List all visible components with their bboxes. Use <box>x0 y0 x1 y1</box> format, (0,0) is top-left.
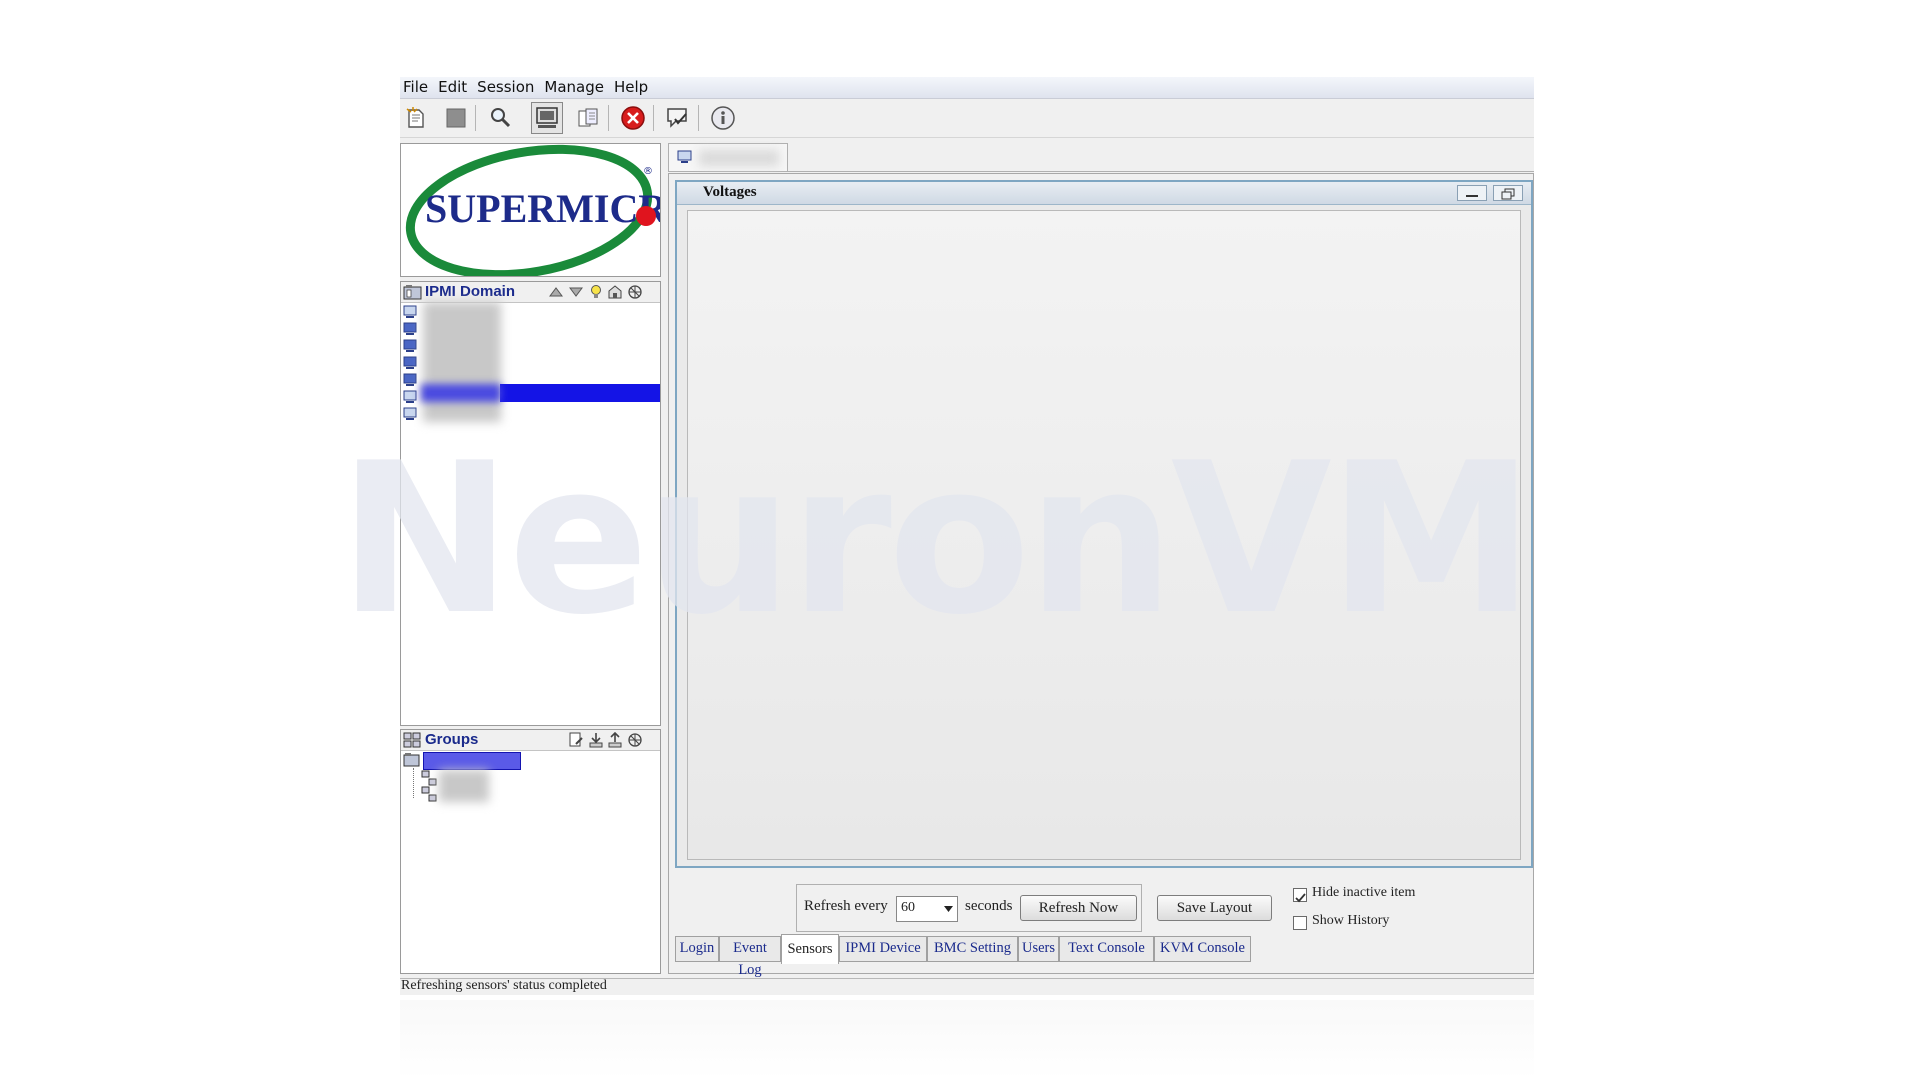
ipmi-domain-title: IPMI Domain <box>425 283 516 300</box>
group-network-icon[interactable] <box>627 732 643 748</box>
download-icon[interactable] <box>588 732 604 748</box>
selected-group-row[interactable] <box>423 752 521 770</box>
info-icon[interactable] <box>709 104 737 132</box>
close-icon[interactable] <box>619 104 647 132</box>
groups-icon <box>403 732 421 748</box>
show-history-label: Show History <box>1312 913 1390 928</box>
supermicro-logo-panel: SUPERMICR ® <box>400 143 668 280</box>
host-row[interactable] <box>403 338 423 354</box>
tree-line <box>413 768 415 798</box>
domain-folder-icon <box>403 285 422 300</box>
selected-host-row[interactable] <box>500 384 660 402</box>
monitor-icon[interactable] <box>531 102 563 134</box>
menu-help[interactable]: Help <box>609 77 653 98</box>
redacted-tab-title <box>699 150 779 166</box>
voltages-frame-titlebar[interactable]: Voltages <box>677 182 1531 205</box>
minimize-button[interactable] <box>1457 185 1487 201</box>
hide-inactive-checkbox[interactable] <box>1293 888 1307 903</box>
restore-button[interactable] <box>1493 185 1523 201</box>
show-history-checkbox[interactable] <box>1293 916 1307 930</box>
menu-session[interactable]: Session <box>472 77 539 98</box>
groups-tree <box>401 752 660 972</box>
host-document-tab[interactable] <box>668 143 788 171</box>
groups-panel: Groups <box>400 729 661 974</box>
status-text: Refreshing sensors' status completed <box>401 978 607 993</box>
redacted-group-member <box>439 770 489 802</box>
voltages-frame-title: Voltages <box>703 184 757 200</box>
voltages-chart-area <box>687 210 1521 860</box>
home-icon[interactable] <box>607 284 623 300</box>
copy-icon[interactable] <box>574 104 602 132</box>
document-tab-strip <box>668 143 1534 172</box>
tab-ipmi-device[interactable]: IPMI Device <box>839 936 927 962</box>
chevron-down-icon <box>944 906 953 912</box>
voltages-internal-frame: Voltages <box>675 180 1533 868</box>
refresh-controls: Refresh every 60 seconds Refresh Now <box>796 884 1142 932</box>
sensors-content-area: Voltages Refresh every 60 seconds Refres… <box>668 173 1534 978</box>
menu-manage[interactable]: Manage <box>539 77 609 98</box>
redacted-host-names <box>423 302 501 422</box>
tab-sensors[interactable]: Sensors <box>781 934 839 964</box>
group-folder-icon <box>403 753 420 767</box>
redacted-selected-host <box>421 384 501 402</box>
menu-bar: File Edit Session Manage Help <box>400 77 1534 99</box>
tab-users[interactable]: Users <box>1018 936 1059 962</box>
tab-kvm-console[interactable]: KVM Console <box>1154 936 1251 962</box>
supermicro-logo: SUPERMICR ® <box>405 144 668 280</box>
bulb-icon[interactable] <box>589 284 603 300</box>
move-down-icon[interactable] <box>568 284 584 300</box>
host-row[interactable] <box>403 304 423 320</box>
logo-registered: ® <box>643 166 653 177</box>
logo-text: SUPERMICR <box>425 186 660 231</box>
stop-icon[interactable] <box>442 104 470 132</box>
host-row[interactable] <box>403 321 423 337</box>
checkmark-icon <box>1295 893 1306 903</box>
host-row[interactable] <box>403 372 423 388</box>
network-icon[interactable] <box>627 284 643 300</box>
refresh-interval-value: 60 <box>901 900 915 915</box>
new-icon[interactable] <box>402 104 430 132</box>
chat-icon[interactable] <box>664 104 692 132</box>
host-tree <box>401 302 660 724</box>
host-row[interactable] <box>403 406 423 422</box>
save-layout-button[interactable]: Save Layout <box>1157 895 1272 921</box>
hide-inactive-label: Hide inactive item <box>1312 885 1416 900</box>
host-tab-icon <box>677 150 692 163</box>
window-reflection <box>400 1000 1534 1080</box>
refresh-every-label: Refresh every <box>804 898 888 914</box>
ipmi-domain-panel: IPMI Domain <box>400 281 661 726</box>
edit-group-icon[interactable] <box>568 732 584 748</box>
groups-title: Groups <box>425 731 479 748</box>
supermicro-ipmiview-window: File Edit Session Manage Help SUPERMICR … <box>400 77 1534 995</box>
groups-header: Groups <box>401 730 660 751</box>
tab-bmc-setting[interactable]: BMC Setting <box>927 936 1018 962</box>
search-icon[interactable] <box>486 104 514 132</box>
tab-event-log[interactable]: Event Log <box>719 936 781 978</box>
seconds-label: seconds <box>965 898 1013 914</box>
menu-edit[interactable]: Edit <box>433 77 472 98</box>
menu-file[interactable]: File <box>400 77 433 98</box>
host-row[interactable] <box>403 389 423 405</box>
move-up-icon[interactable] <box>548 284 564 300</box>
ipmi-domain-header: IPMI Domain <box>401 282 660 303</box>
group-node-icon[interactable] <box>421 770 439 802</box>
toolbar <box>400 99 1534 138</box>
tab-text-console[interactable]: Text Console <box>1059 936 1154 962</box>
refresh-now-button[interactable]: Refresh Now <box>1020 895 1137 921</box>
refresh-interval-select[interactable]: 60 <box>896 896 958 922</box>
host-row[interactable] <box>403 355 423 371</box>
status-bar: Refreshing sensors' status completed <box>400 978 1534 995</box>
tab-login[interactable]: Login <box>675 936 719 962</box>
upload-icon[interactable] <box>607 732 623 748</box>
